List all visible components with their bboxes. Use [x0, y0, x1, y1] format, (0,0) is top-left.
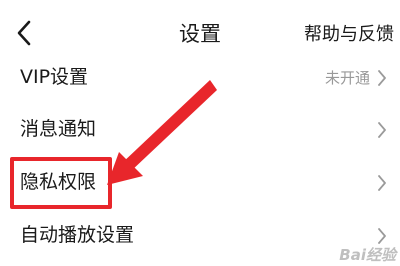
chevron-right-icon: [378, 175, 386, 191]
settings-row-label: VIP设置: [20, 66, 89, 88]
settings-row-label: 消息通知: [20, 118, 97, 140]
vip-status-value: 未开通: [324, 69, 370, 87]
help-feedback-link[interactable]: 帮助与反馈: [304, 22, 394, 48]
chevron-right-icon: [378, 228, 386, 244]
chevron-right-icon: [378, 122, 386, 138]
watermark: Bai经验: [339, 246, 396, 264]
settings-row-label: 隐私权限: [20, 171, 97, 193]
settings-row-vip[interactable]: VIP设置 未开通: [0, 53, 400, 103]
chevron-right-icon: [378, 70, 386, 86]
settings-row-notifications[interactable]: 消息通知: [0, 105, 400, 155]
settings-row-privacy[interactable]: 隐私权限: [0, 158, 400, 208]
settings-row-label: 自动播放设置: [20, 224, 135, 246]
